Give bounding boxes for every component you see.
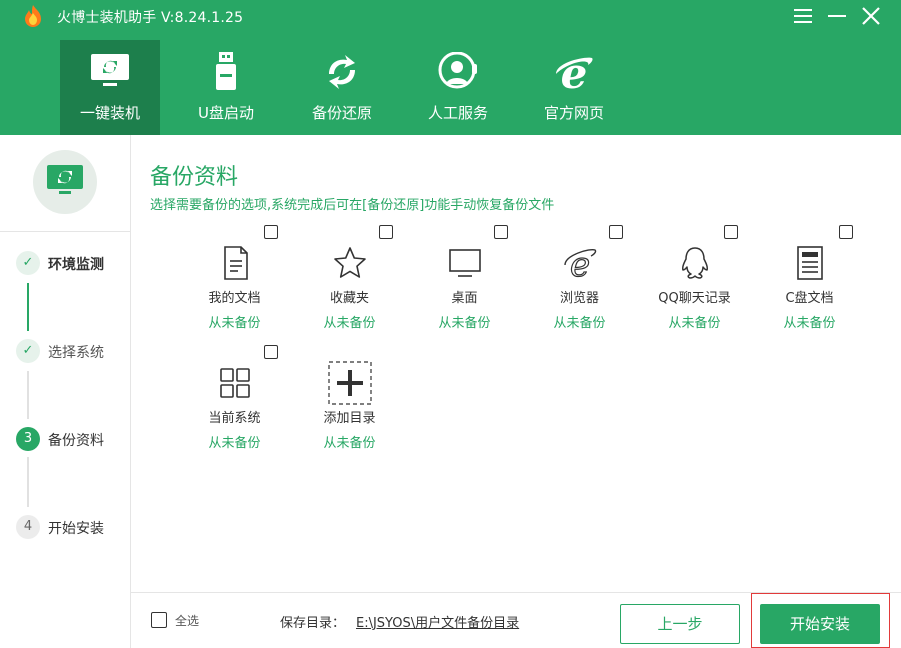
title-bar: 火博士装机助手 V:8.24.1.25 — [0, 0, 901, 32]
select-all-label[interactable]: 全选 — [175, 612, 199, 629]
item-status: 从未备份 — [668, 316, 721, 331]
step-connector — [27, 457, 29, 507]
document-icon[interactable] — [217, 245, 253, 281]
app-title: 火博士装机助手 V:8.24.1.25 — [57, 10, 244, 26]
system-grid-icon[interactable] — [217, 365, 253, 401]
step-connector — [27, 371, 29, 419]
backup-item-qq-chat: QQ聊天记录 从未备份 — [637, 225, 752, 345]
sidebar-hero-badge — [33, 150, 97, 214]
backup-item-browser: e 浏览器 从未备份 — [522, 225, 637, 345]
item-name: 浏览器 — [559, 291, 599, 306]
svg-text:e: e — [561, 52, 588, 92]
sidebar-divider — [0, 231, 131, 232]
step-label: 选择系统 — [48, 345, 104, 361]
close-icon[interactable] — [860, 5, 882, 27]
step-done-check-icon: ✓ — [16, 339, 40, 363]
tab-official-site[interactable]: e 官方网页 — [524, 40, 624, 135]
backup-item-my-documents: 我的文档 从未备份 — [177, 225, 292, 345]
qq-penguin-icon[interactable] — [677, 245, 713, 281]
main-panel: 备份资料 选择需要备份的选项,系统完成后可在[备份还原]功能手动恢复备份文件 我… — [131, 135, 901, 648]
minimize-icon[interactable] — [826, 5, 848, 27]
step-sidebar: ✓ 环境监测 ✓ 选择系统 3 备份资料 4 开始安装 — [0, 135, 131, 648]
tab-label: U盘启动 — [198, 104, 254, 122]
desktop-monitor-icon[interactable] — [447, 245, 483, 281]
browser-e-icon: e — [556, 52, 593, 92]
page-title: 备份资料 — [150, 165, 239, 190]
backup-item-c-drive-docs: C盘文档 从未备份 — [752, 225, 867, 345]
step-number: 4 — [16, 515, 40, 539]
item-status: 从未备份 — [208, 316, 261, 331]
add-directory-icon[interactable] — [328, 361, 372, 405]
tab-label: 官方网页 — [543, 104, 604, 122]
customer-service-icon — [438, 52, 477, 89]
item-status: 从未备份 — [323, 316, 376, 331]
item-name: 添加目录 — [323, 411, 376, 426]
app-header: 火博士装机助手 V:8.24.1.25 一键装机 U盘启动 备份还原 人工服务 … — [0, 0, 901, 135]
tab-label: 一键装机 — [79, 104, 140, 122]
item-checkbox[interactable] — [724, 225, 738, 239]
item-checkbox[interactable] — [379, 225, 393, 239]
usb-drive-icon — [216, 52, 236, 90]
step-label: 开始安装 — [48, 521, 104, 537]
menu-icon[interactable] — [792, 5, 814, 27]
sync-arrows-icon — [329, 55, 355, 89]
previous-step-button[interactable]: 上一步 — [620, 604, 740, 644]
backup-item-current-system: 当前系统 从未备份 — [177, 345, 292, 465]
step-connector — [27, 283, 29, 331]
item-status: 从未备份 — [553, 316, 606, 331]
item-name: 当前系统 — [208, 411, 261, 426]
item-status: 从未备份 — [208, 436, 261, 451]
item-name: 我的文档 — [208, 291, 261, 306]
tab-label: 备份还原 — [311, 104, 372, 122]
tab-label: 人工服务 — [427, 104, 488, 122]
item-name: QQ聊天记录 — [658, 291, 731, 306]
item-checkbox[interactable] — [264, 345, 278, 359]
tab-usb-boot[interactable]: U盘启动 — [176, 40, 276, 135]
item-checkbox[interactable] — [839, 225, 853, 239]
monitor-refresh-icon — [47, 165, 83, 194]
item-status: 从未备份 — [323, 436, 376, 451]
flame-logo-icon — [25, 5, 41, 27]
star-icon[interactable] — [332, 245, 368, 281]
step-start-install: 4 开始安装 — [16, 515, 126, 539]
start-install-button[interactable]: 开始安装 — [760, 604, 880, 644]
step-label: 备份资料 — [48, 433, 104, 449]
c-drive-document-icon[interactable] — [792, 245, 828, 281]
tab-backup-restore[interactable]: 备份还原 — [292, 40, 392, 135]
item-status: 从未备份 — [438, 316, 491, 331]
save-directory-link[interactable]: E:\JSYOS\用户文件备份目录 — [356, 612, 519, 631]
item-checkbox[interactable] — [494, 225, 508, 239]
item-name: C盘文档 — [785, 291, 834, 306]
step-done-check-icon: ✓ — [16, 251, 40, 275]
step-backup-data: 3 备份资料 — [16, 427, 126, 451]
tab-human-service[interactable]: 人工服务 — [408, 40, 508, 135]
item-name: 桌面 — [451, 291, 478, 306]
backup-item-add-directory: 添加目录 从未备份 — [292, 345, 407, 465]
step-number: 3 — [16, 427, 40, 451]
save-directory-label: 保存目录： — [280, 616, 346, 631]
monitor-refresh-icon — [91, 54, 129, 86]
backup-item-desktop: 桌面 从未备份 — [407, 225, 522, 345]
select-all-checkbox[interactable] — [151, 612, 167, 628]
step-environment-check: ✓ 环境监测 — [16, 251, 126, 275]
item-status: 从未备份 — [783, 316, 836, 331]
tab-one-click-install[interactable]: 一键装机 — [60, 40, 160, 135]
item-checkbox[interactable] — [264, 225, 278, 239]
ie-browser-icon[interactable]: e — [562, 245, 598, 281]
step-select-system: ✓ 选择系统 — [16, 339, 126, 363]
item-checkbox[interactable] — [609, 225, 623, 239]
backup-item-favorites: 收藏夹 从未备份 — [292, 225, 407, 345]
step-label: 环境监测 — [48, 257, 104, 273]
item-name: 收藏夹 — [329, 291, 369, 306]
page-description: 选择需要备份的选项,系统完成后可在[备份还原]功能手动恢复备份文件 — [150, 198, 555, 213]
